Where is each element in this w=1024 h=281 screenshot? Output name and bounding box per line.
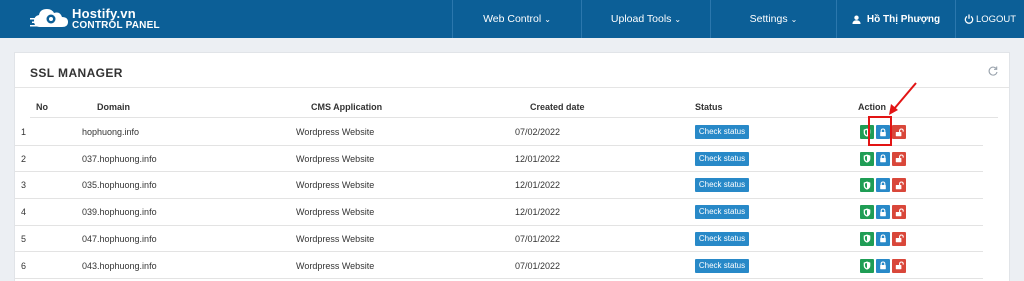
divider: [15, 87, 1009, 88]
row-cms: Wordpress Website: [296, 233, 375, 244]
column-header: Status: [695, 102, 723, 112]
table-row: 6 043.hophuong.info Wordpress Website 07…: [15, 253, 983, 280]
row-cms: Wordpress Website: [296, 260, 375, 271]
row-created-date: 12/01/2022: [515, 153, 561, 164]
unlock-ssl-button[interactable]: [892, 178, 906, 193]
table-row: 2 037.hophuong.info Wordpress Website 12…: [15, 146, 983, 173]
check-status-button[interactable]: Check status: [695, 258, 749, 273]
unlock-ssl-button[interactable]: [892, 258, 906, 273]
lock-ssl-button[interactable]: [876, 178, 890, 193]
brand-subtitle: CONTROL PANEL: [72, 20, 160, 31]
menu-web-control[interactable]: Web Control ⌄: [452, 0, 581, 38]
row-created-date: 07/01/2022: [515, 233, 561, 244]
table-row: 3 035.hophuong.info Wordpress Website 12…: [15, 172, 983, 200]
unlock-ssl-button[interactable]: [892, 205, 906, 220]
install-ssl-button[interactable]: [860, 258, 874, 273]
install-ssl-button[interactable]: [860, 151, 874, 166]
install-ssl-button[interactable]: [860, 178, 874, 193]
install-ssl-button[interactable]: [860, 231, 874, 246]
lock-ssl-button[interactable]: [876, 151, 890, 166]
shield-icon: [863, 234, 871, 243]
lock-icon: [880, 154, 886, 163]
row-number: 1: [21, 127, 27, 137]
lock-icon: [880, 261, 886, 270]
user-menu[interactable]: Hồ Thị Phượng: [836, 0, 955, 38]
unlock-icon: [895, 181, 904, 190]
unlock-ssl-button[interactable]: [892, 125, 906, 139]
unlock-icon: [895, 261, 904, 270]
chevron-down-icon: ⌄: [674, 14, 682, 24]
check-status-button[interactable]: Check status: [695, 151, 749, 166]
menu-settings[interactable]: Settings ⌄: [710, 0, 836, 38]
unlock-icon: [895, 154, 904, 163]
row-number: 4: [21, 207, 27, 218]
table-row: 4 039.hophuong.info Wordpress Website 12…: [15, 199, 983, 226]
menu-upload-tools[interactable]: Upload Tools ⌄: [581, 0, 710, 38]
table-header: No Domain CMS Application Created date S…: [30, 96, 998, 118]
unlock-ssl-button[interactable]: [892, 231, 906, 246]
annotation-arrow-icon: [889, 82, 917, 115]
check-status-button[interactable]: Check status: [695, 178, 749, 193]
lock-ssl-button[interactable]: [876, 205, 890, 220]
check-status-button[interactable]: Check status: [695, 125, 749, 139]
table-row: 5 047.hophuong.info Wordpress Website 07…: [15, 226, 983, 253]
row-number: 3: [21, 180, 27, 191]
logout-button[interactable]: LOGOUT: [955, 0, 1024, 38]
menu-label: Web Control: [483, 13, 542, 25]
row-domain: 043.hophuong.info: [82, 260, 157, 271]
brand[interactable]: Hostify.vn CONTROL PANEL: [30, 4, 210, 34]
shield-icon: [863, 154, 871, 163]
column-header: No: [36, 102, 48, 112]
chevron-down-icon: ⌄: [790, 14, 798, 24]
column-header: Domain: [97, 102, 131, 112]
row-number: 5: [21, 233, 27, 244]
shield-icon: [863, 208, 871, 217]
install-ssl-button[interactable]: [860, 205, 874, 220]
menu-label: Upload Tools: [610, 13, 672, 25]
row-created-date: 12/01/2022: [515, 207, 561, 218]
row-domain: 039.hophuong.info: [82, 207, 157, 218]
menu-label: Settings: [749, 13, 788, 25]
cloud-logo-icon: [30, 9, 68, 27]
shield-icon: [863, 181, 871, 190]
page-title: SSL MANAGER: [30, 66, 123, 80]
column-header: CMS Application: [311, 102, 383, 112]
lock-ssl-button[interactable]: [876, 231, 890, 246]
row-domain: 047.hophuong.info: [82, 233, 157, 244]
row-cms: Wordpress Website: [296, 180, 375, 191]
check-status-button[interactable]: Check status: [695, 231, 749, 246]
check-status-button[interactable]: Check status: [695, 205, 749, 220]
lock-ssl-button[interactable]: [876, 258, 890, 273]
row-created-date: 07/02/2022: [515, 127, 561, 137]
row-number: 6: [21, 260, 27, 271]
lock-icon: [880, 208, 886, 216]
power-icon: [964, 14, 974, 24]
unlock-icon: [895, 208, 904, 216]
unlock-icon: [895, 234, 904, 243]
refresh-icon[interactable]: [987, 65, 999, 77]
user-icon: [852, 15, 861, 24]
table-row: 1 hophuong.info Wordpress Website 07/02/…: [15, 119, 983, 146]
unlock-ssl-button[interactable]: [892, 151, 906, 166]
user-name: Hồ Thị Phượng: [866, 13, 941, 25]
chevron-down-icon: ⌄: [544, 14, 551, 24]
logout-label: LOGOUT: [975, 13, 1017, 25]
shield-icon: [863, 261, 871, 270]
unlock-icon: [895, 127, 904, 136]
row-domain: 037.hophuong.info: [82, 153, 157, 164]
row-domain: 035.hophuong.info: [82, 180, 157, 191]
row-created-date: 12/01/2022: [515, 180, 561, 191]
lock-icon: [880, 181, 886, 190]
column-header: Created date: [530, 102, 585, 112]
row-cms: Wordpress Website: [296, 153, 375, 164]
lock-icon: [880, 234, 886, 243]
annotation-highlight-box: [868, 116, 892, 146]
row-created-date: 07/01/2022: [515, 260, 561, 271]
row-cms: Wordpress Website: [296, 127, 375, 137]
top-navbar: Hostify.vn CONTROL PANEL Web Control ⌄ U…: [0, 0, 1024, 38]
row-number: 2: [21, 153, 27, 164]
row-cms: Wordpress Website: [296, 207, 375, 218]
brand-name: Hostify.vn: [72, 6, 136, 21]
row-domain: hophuong.info: [82, 127, 140, 137]
